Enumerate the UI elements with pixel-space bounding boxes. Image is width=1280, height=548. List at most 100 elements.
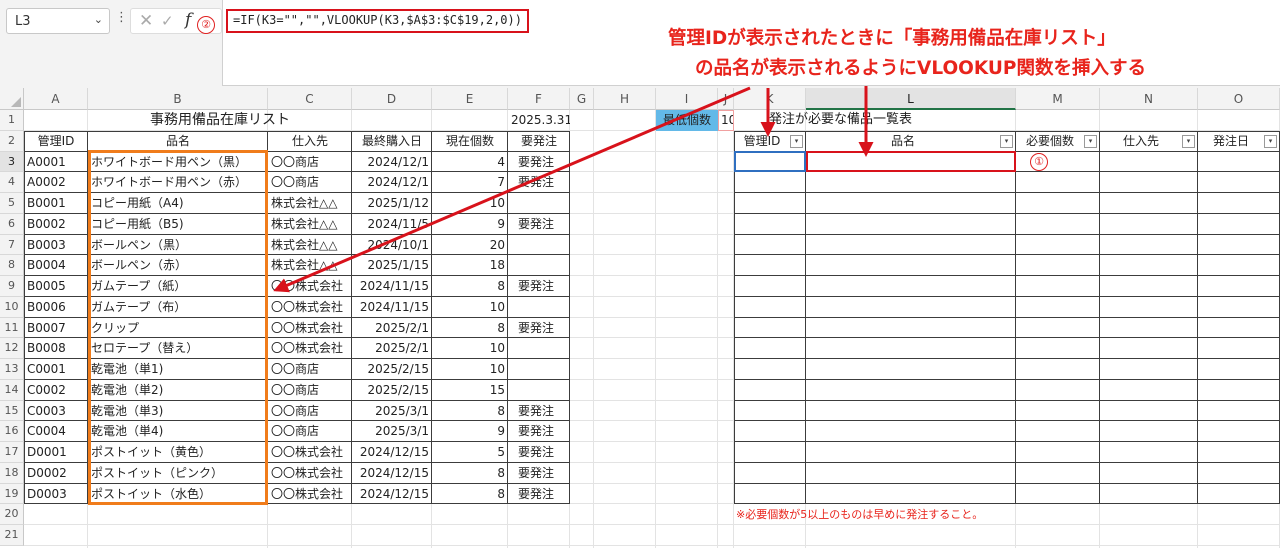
row-header-15[interactable]: 15 (0, 400, 24, 422)
column-header-I[interactable]: I (656, 88, 718, 110)
inventory-cell: 要発注 (518, 465, 555, 480)
column-header-B[interactable]: B (88, 88, 268, 110)
row-header-11[interactable]: 11 (0, 317, 24, 339)
inventory-cell: 〇〇商店 (271, 154, 320, 169)
inventory-cell: 7 (497, 175, 505, 190)
worksheet-grid[interactable]: A B C D E F G H I J K L M N O 1 2 3 4 5 6 7 8 9 10 11 12 13 14 15 16 17… (0, 88, 1280, 548)
inventory-cell (508, 255, 570, 276)
column-header-O[interactable]: O (1198, 88, 1280, 110)
row-header-9[interactable]: 9 (0, 276, 24, 297)
row-header-14[interactable]: 14 (0, 379, 24, 401)
filter-dropdown-icon[interactable]: ▾ (1264, 134, 1277, 148)
row-header-13[interactable]: 13 (0, 359, 24, 380)
row-header-5[interactable]: 5 (0, 193, 24, 214)
active-cell-l3[interactable] (806, 150, 1016, 173)
column-header-G[interactable]: G (570, 88, 594, 110)
column-header-K[interactable]: K (734, 88, 806, 110)
inventory-cell: 15 (489, 382, 505, 397)
order-header-4: 仕入先 (1122, 133, 1159, 148)
table-line (734, 130, 735, 505)
filter-dropdown-icon[interactable]: ▾ (1000, 134, 1013, 148)
inventory-cell: 株式会社△△ (271, 237, 338, 252)
inventory-header-5: 現在個数 (445, 133, 494, 148)
inventory-cell: 8 (497, 320, 505, 335)
inventory-cell: 〇〇商店 (271, 362, 320, 376)
inventory-cell: B0006 (27, 299, 66, 314)
inventory-cell: D0003 (27, 486, 67, 501)
gridline-h (24, 524, 1280, 525)
inventory-cell: 要発注 (518, 403, 555, 418)
row-header-10[interactable]: 10 (0, 296, 24, 318)
inventory-cell: 要発注 (518, 175, 555, 190)
inventory-cell: B0007 (27, 320, 66, 335)
column-header-N[interactable]: N (1100, 88, 1198, 110)
inventory-cell: B0003 (27, 237, 66, 252)
name-box[interactable]: L3 ⌄ (6, 8, 110, 34)
inventory-cell: 株式会社△△ (271, 216, 338, 231)
name-box-value: L3 (15, 14, 31, 29)
column-header-M[interactable]: M (1016, 88, 1100, 110)
row-header-18[interactable]: 18 (0, 462, 24, 484)
inventory-cell: 2024/11/5 (367, 216, 429, 231)
inventory-cell: 8 (497, 465, 505, 480)
inventory-cell (508, 193, 570, 214)
row-header-7[interactable]: 7 (0, 234, 24, 256)
filter-dropdown-icon[interactable]: ▾ (790, 134, 803, 148)
column-header-L[interactable]: L (806, 88, 1016, 110)
row-header-19[interactable]: 19 (0, 483, 24, 505)
inventory-cell: 9 (497, 216, 505, 231)
column-header-A[interactable]: A (24, 88, 88, 110)
row-header-16[interactable]: 16 (0, 421, 24, 442)
row-header-2[interactable]: 2 (0, 130, 24, 152)
min-count-border (718, 110, 734, 131)
inventory-cell: C0001 (27, 362, 66, 376)
chevron-down-icon[interactable]: ⌄ (94, 13, 103, 26)
inventory-cell: 5 (497, 445, 505, 459)
row-header-12[interactable]: 12 (0, 338, 24, 359)
inventory-cell: 2024/12/1 (367, 175, 429, 190)
inventory-cell: 10 (489, 341, 505, 356)
selected-cell-k3[interactable] (734, 150, 806, 173)
inventory-cell: B0005 (27, 279, 66, 293)
inventory-cell: 9 (497, 424, 505, 439)
filter-dropdown-icon[interactable]: ▾ (1084, 134, 1097, 148)
inventory-cell: 2025/1/12 (367, 196, 429, 210)
filter-dropdown-icon[interactable]: ▾ (1182, 134, 1195, 148)
column-header-E[interactable]: E (432, 88, 508, 110)
inventory-cell: 8 (497, 486, 505, 501)
confirm-icon[interactable]: ✓ (161, 12, 174, 30)
inventory-cell: A0001 (27, 154, 66, 169)
gridline-h (24, 544, 1280, 546)
table-line (805, 130, 806, 505)
table-line (1197, 130, 1198, 505)
row-header-8[interactable]: 8 (0, 255, 24, 276)
row-header-20[interactable]: 20 (0, 504, 24, 525)
column-header-D[interactable]: D (352, 88, 432, 110)
inventory-cell: 〇〇商店 (271, 424, 320, 439)
column-header-H[interactable]: H (594, 88, 656, 110)
column-header-J[interactable]: J (718, 88, 734, 110)
inventory-cell: 株式会社△△ (271, 258, 338, 273)
select-all-corner[interactable] (0, 88, 24, 110)
row-header-17[interactable]: 17 (0, 442, 24, 463)
inventory-cell: 要発注 (518, 424, 555, 439)
insert-function-icon[interactable]: f (185, 10, 191, 30)
more-options-icon[interactable]: ⋮ (115, 10, 128, 25)
table-line (734, 233, 1280, 235)
inventory-cell: B0001 (27, 196, 66, 210)
row-header-6[interactable]: 6 (0, 213, 24, 235)
inventory-date: 2025.3.31 (511, 113, 570, 127)
cancel-icon[interactable]: ✕ (139, 11, 153, 31)
inventory-cell: 〇〇商店 (271, 403, 320, 418)
formula-text[interactable]: =IF(K3="","",VLOOKUP(K3,$A$3:$C$19,2,0)) (226, 9, 529, 33)
row-header-1[interactable]: 1 (0, 110, 24, 131)
column-header-F[interactable]: F (508, 88, 570, 110)
select-all-icon (11, 97, 21, 107)
row-header-21[interactable]: 21 (0, 525, 24, 546)
column-header-C[interactable]: C (268, 88, 352, 110)
inventory-cell: 要発注 (518, 216, 555, 231)
row-header-4[interactable]: 4 (0, 172, 24, 193)
row-header-3[interactable]: 3 (0, 151, 24, 173)
inventory-cell: 2025/2/15 (367, 362, 429, 376)
table-line (1099, 130, 1100, 505)
